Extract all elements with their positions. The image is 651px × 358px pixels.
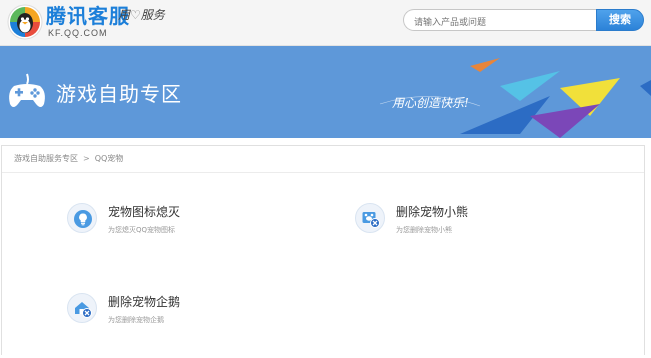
content-panel: 游戏自助服务专区 > QQ宠物 宠物图标熄灭 为您熄灭QQ宠物图标 删除宠物小熊…: [1, 145, 645, 355]
service-item-pet-icon-off[interactable]: 宠物图标熄灭 为您熄灭QQ宠物图标: [67, 203, 287, 243]
gamepad-icon: [9, 73, 45, 107]
tencent-service-logo-icon[interactable]: [6, 3, 44, 41]
site-header: 腾讯客服 KF.QQ.COM 用♡服务 搜索: [0, 0, 651, 46]
service-title[interactable]: 删除宠物小熊: [396, 205, 468, 219]
banner-title: 游戏自助专区: [56, 82, 182, 106]
service-title[interactable]: 删除宠物企鹅: [108, 295, 180, 309]
service-item-delete-penguin[interactable]: 删除宠物企鹅 为您删除宠物企鹅: [67, 293, 287, 333]
breadcrumb: 游戏自助服务专区 > QQ宠物: [2, 146, 644, 173]
heart-icon: ♡: [130, 8, 141, 22]
game-banner: 游戏自助专区 用心创造快乐!: [0, 46, 651, 138]
breadcrumb-parent-link[interactable]: 游戏自助服务专区: [14, 154, 78, 163]
service-desc: 为您删除宠物小熊: [396, 226, 452, 234]
search-box: [403, 9, 597, 33]
service-desc: 为您删除宠物企鹅: [108, 316, 164, 324]
service-icon-wrap: [67, 203, 97, 233]
breadcrumb-current: QQ宠物: [94, 154, 124, 163]
header-slogan: 用♡服务: [118, 6, 165, 23]
service-icon-wrap: [67, 293, 97, 323]
breadcrumb-separator: >: [83, 154, 90, 163]
service-icon-wrap: [355, 203, 385, 233]
delete-bear-icon: [362, 212, 380, 228]
brand-url: KF.QQ.COM: [48, 28, 108, 38]
slogan-left: 用: [118, 8, 131, 22]
delete-penguin-icon: [75, 302, 92, 318]
service-desc: 为您熄灭QQ宠物图标: [108, 226, 176, 234]
search-button[interactable]: 搜索: [596, 9, 644, 31]
service-title[interactable]: 宠物图标熄灭: [108, 205, 180, 219]
search-input[interactable]: [414, 13, 594, 33]
banner-slogan: 用心创造快乐!: [392, 96, 469, 110]
lightbulb-icon: [74, 210, 92, 228]
service-item-delete-bear[interactable]: 删除宠物小熊 为您删除宠物小熊: [355, 203, 575, 243]
slogan-right: 服务: [140, 8, 165, 22]
